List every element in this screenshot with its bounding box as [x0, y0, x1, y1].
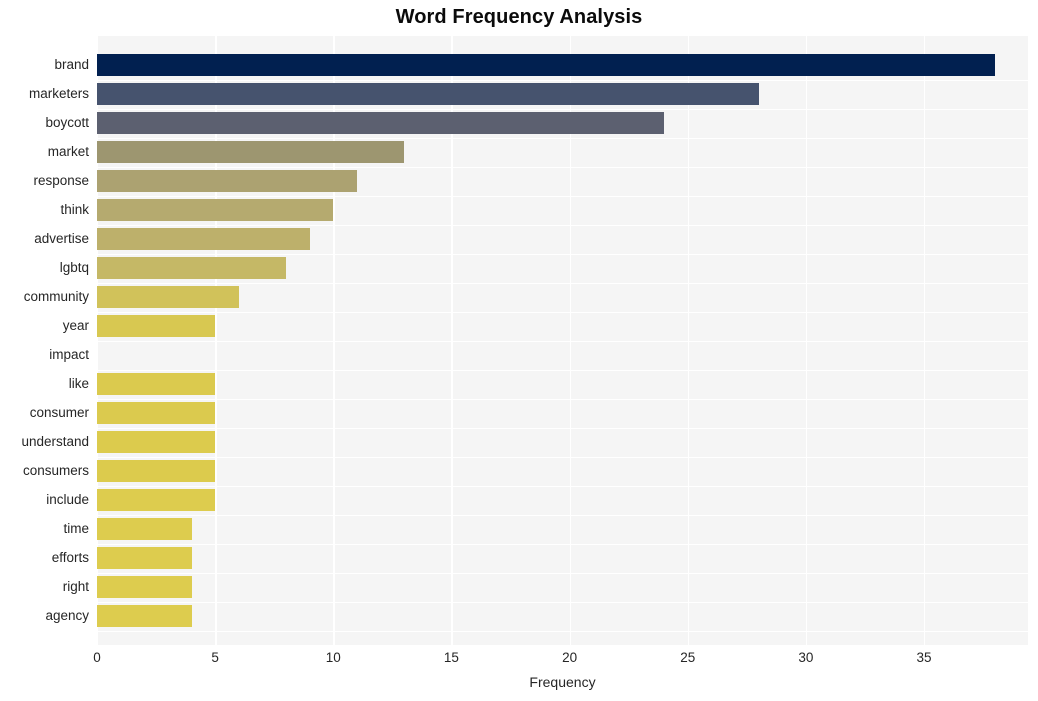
bar — [97, 547, 192, 569]
y-axis-tick-labels: brand marketers boycott market response think… — [0, 36, 89, 645]
bar — [97, 605, 192, 627]
bar — [97, 489, 216, 511]
y-axis-tick-label: efforts — [51, 550, 89, 565]
y-axis-tick-label: lgbtq — [59, 260, 89, 275]
x-axis-tick-label: 15 — [443, 650, 459, 665]
y-axis-tick-label: boycott — [45, 115, 89, 130]
y-axis-tick-label: like — [68, 376, 89, 391]
bar — [97, 228, 310, 250]
y-axis-tick-label: understand — [21, 434, 89, 449]
y-axis-tick-label: consumer — [29, 405, 89, 420]
bar — [97, 112, 665, 134]
y-axis-tick-label: right — [62, 579, 89, 594]
y-axis-tick-label: agency — [45, 608, 89, 623]
bar — [97, 83, 759, 105]
bar — [97, 576, 192, 598]
x-axis-tick-labels: 0 5 10 15 20 25 30 35 — [93, 650, 1028, 670]
y-axis-tick-label: brand — [54, 57, 89, 72]
chart-title: Word Frequency Analysis — [395, 6, 643, 28]
bar — [97, 518, 192, 540]
plot-area — [97, 36, 1028, 645]
y-axis-tick-label: advertise — [34, 231, 89, 246]
bar-series — [97, 36, 1028, 645]
y-axis-tick-label: impact — [49, 347, 89, 362]
bar — [97, 344, 215, 366]
y-axis-tick-label: marketers — [28, 86, 89, 101]
y-axis-tick-label: include — [46, 492, 89, 507]
bar — [97, 286, 239, 308]
bar — [97, 373, 216, 395]
bar — [97, 54, 995, 76]
x-axis-tick-label: 0 — [93, 650, 101, 665]
bar — [97, 402, 216, 424]
x-axis-tick-label: 25 — [680, 650, 696, 665]
y-axis-tick-label: consumers — [22, 463, 89, 478]
y-axis-tick-label: market — [47, 144, 89, 159]
bar — [97, 141, 405, 163]
word-frequency-chart: Word Frequency Analysis brand marketers bo… — [0, 0, 1038, 701]
x-axis-tick-label: 5 — [211, 650, 219, 665]
bar — [97, 431, 216, 453]
x-axis-tick-label: 20 — [562, 650, 578, 665]
x-axis-tick-label: 30 — [798, 650, 814, 665]
x-axis-label: Frequency — [529, 674, 596, 690]
x-axis-tick-label: 35 — [916, 650, 932, 665]
y-axis-tick-label: think — [60, 202, 89, 217]
y-axis-tick-label: response — [33, 173, 89, 188]
y-axis-tick-label: year — [62, 318, 89, 333]
x-axis-tick-label: 10 — [325, 650, 341, 665]
bar — [97, 257, 287, 279]
bar — [97, 199, 334, 221]
bar — [97, 460, 216, 482]
y-axis-tick-label: community — [23, 289, 89, 304]
y-axis-tick-label: time — [63, 521, 89, 536]
bar — [97, 315, 216, 337]
bar — [97, 170, 357, 192]
